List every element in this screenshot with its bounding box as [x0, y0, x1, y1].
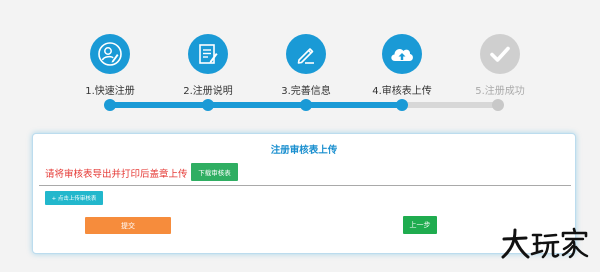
document-edit-icon — [195, 41, 221, 67]
step-circle — [188, 34, 228, 74]
previous-step-button[interactable]: 上一步 — [403, 216, 437, 234]
step-complete-info: 3.完善信息 — [266, 34, 346, 97]
download-form-button[interactable]: 下载审核表 — [191, 163, 238, 181]
user-edit-icon — [97, 41, 123, 67]
step-label: 3.完善信息 — [281, 86, 331, 97]
step-quick-register: 1.快速注册 — [70, 34, 150, 97]
upload-form-card: 注册审核表上传 请将审核表导出并打印后盖章上传 下载审核表 + 点击上传审核表 … — [32, 133, 576, 254]
pencil-icon — [293, 41, 319, 67]
step-label: 4.审核表上传 — [372, 86, 432, 97]
step-circle — [480, 34, 520, 74]
progress-dot — [396, 99, 408, 111]
progress-track-completed — [110, 102, 402, 108]
step-label: 5.注册成功 — [475, 86, 525, 97]
progress-dot — [104, 99, 116, 111]
step-label: 2.注册说明 — [183, 86, 233, 97]
progress-dot — [492, 99, 504, 111]
watermark-logo — [500, 226, 590, 262]
progress-track-remaining — [402, 102, 498, 108]
card-title: 注册审核表上传 — [270, 145, 338, 156]
step-register-success: 5.注册成功 — [460, 34, 540, 97]
step-circle — [90, 34, 130, 74]
cloud-upload-icon — [388, 42, 416, 66]
submit-button[interactable]: 提交 — [85, 217, 171, 234]
progress-dot — [202, 99, 214, 111]
step-circle — [286, 34, 326, 74]
step-register-notes: 2.注册说明 — [168, 34, 248, 97]
step-label: 1.快速注册 — [85, 86, 135, 97]
step-form-upload: 4.审核表上传 — [362, 34, 442, 97]
upload-notice: 请将审核表导出并打印后盖章上传 — [45, 169, 188, 180]
register-page: 1.快速注册 2.注册说明 3.完善信息 4.审核表上传 5.注册成功 注册审核… — [0, 0, 600, 272]
progress-dot — [300, 99, 312, 111]
upload-form-button[interactable]: + 点击上传审核表 — [45, 191, 103, 205]
checkmark-icon — [487, 41, 513, 67]
step-circle — [382, 34, 422, 74]
divider — [39, 185, 571, 186]
